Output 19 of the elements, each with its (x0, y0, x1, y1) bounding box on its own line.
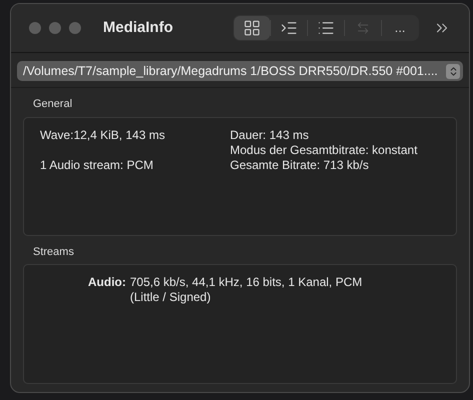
window-title: MediaInfo (103, 18, 173, 38)
file-path-dropdown[interactable]: /Volumes/T7/sample_library/Megadrums 1/BOSS DRR550/DR.550 #001.... (17, 61, 463, 81)
info-text: Dauer: 143 ms (230, 128, 309, 142)
list-icon (317, 19, 335, 37)
toolbar-segment[interactable] (234, 16, 270, 40)
grid-icon (243, 19, 261, 37)
toolbar-segment[interactable]: ... (382, 16, 418, 40)
indented-list-icon (280, 19, 298, 37)
info-text: Wave:12,4 KiB, 143 ms (40, 128, 165, 142)
stepper-icon (446, 64, 460, 78)
swap-arrows-icon (356, 21, 370, 35)
section-title: Streams (33, 244, 75, 260)
info-text: Gesamte Bitrate: 713 kb/s (230, 158, 369, 172)
info-text: 1 Audio stream: PCM (40, 158, 154, 172)
stream-info-text: (Little / Signed) (130, 290, 212, 305)
stream-info-text: 705,6 kb/s, 44,1 kHz, 16 bits, 1 Kanal, PCM (130, 275, 362, 290)
stream-label: Audio: (87, 275, 127, 290)
info-text: Modus der Gesamtbitrate: konstant (230, 142, 418, 158)
section-title: General (33, 97, 74, 112)
